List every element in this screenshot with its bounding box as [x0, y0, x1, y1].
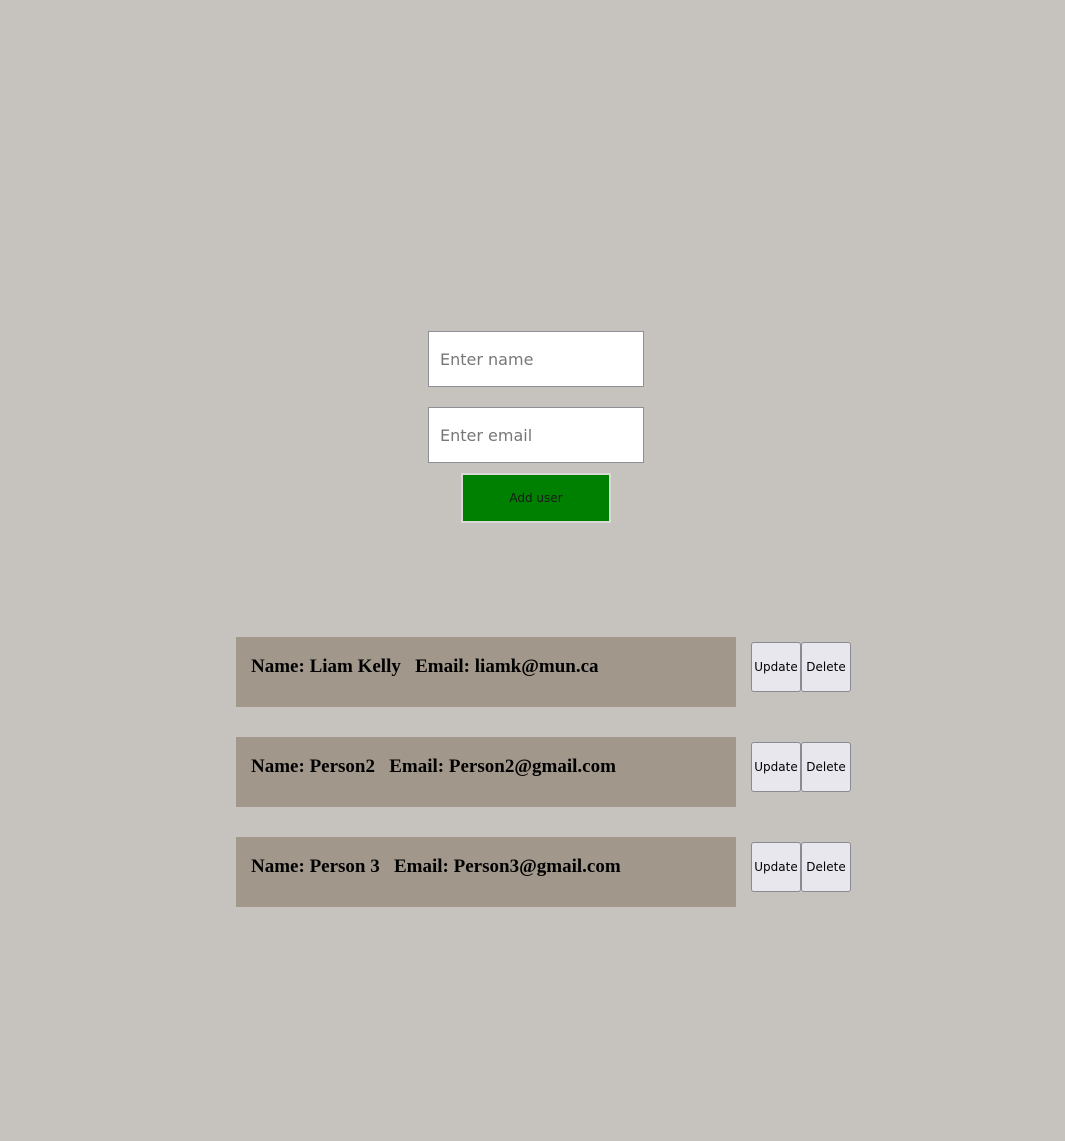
user-email: Person2@gmail.com [448, 756, 616, 777]
user-name: Liam Kelly [309, 656, 401, 677]
add-user-button[interactable]: Add user [461, 473, 611, 523]
delete-button[interactable]: Delete [801, 742, 851, 792]
user-info: Name: Person2 Email: Person2@gmail.com [236, 737, 736, 807]
user-name: Person2 [309, 756, 375, 777]
email-label: Email: [415, 656, 471, 677]
add-user-form: Add user [428, 331, 644, 523]
delete-button[interactable]: Delete [801, 642, 851, 692]
name-label: Name: [251, 856, 305, 877]
user-info: Name: Liam Kelly Email: liamk@mun.ca [236, 637, 736, 707]
email-label: Email: [394, 856, 449, 877]
user-row: Name: Liam Kelly Email: liamk@mun.ca Upd… [236, 637, 851, 707]
user-email: Person3@gmail.com [453, 856, 621, 877]
email-input[interactable] [428, 407, 644, 463]
email-label: Email: [389, 756, 445, 777]
user-name: Person 3 [309, 856, 380, 877]
user-row: Name: Person2 Email: Person2@gmail.com U… [236, 737, 851, 807]
update-button[interactable]: Update [751, 842, 801, 892]
update-button[interactable]: Update [751, 742, 801, 792]
user-email: liamk@mun.ca [474, 656, 599, 677]
name-input[interactable] [428, 331, 644, 387]
update-button[interactable]: Update [751, 642, 801, 692]
delete-button[interactable]: Delete [801, 842, 851, 892]
user-info: Name: Person 3 Email: Person3@gmail.com [236, 837, 736, 907]
name-label: Name: [251, 656, 305, 677]
user-row: Name: Person 3 Email: Person3@gmail.com … [236, 837, 851, 907]
name-label: Name: [251, 756, 305, 777]
